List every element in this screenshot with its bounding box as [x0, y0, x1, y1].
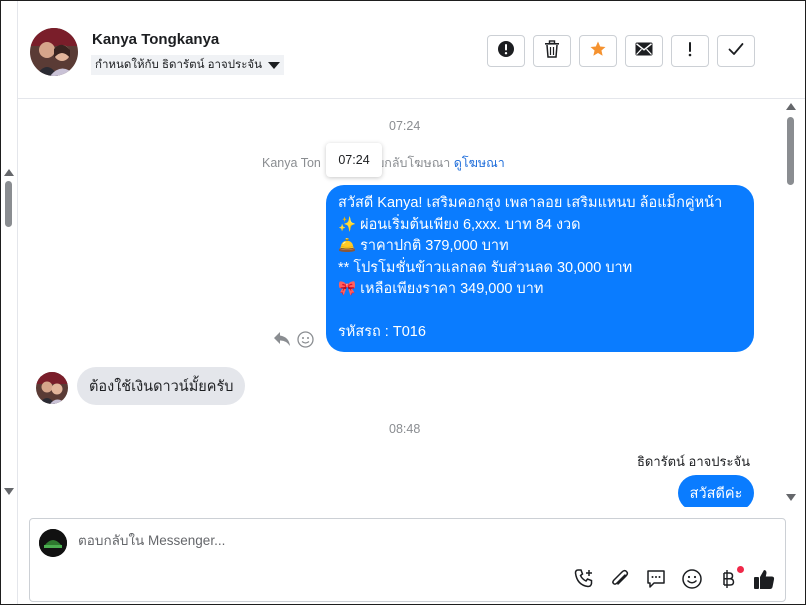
react-smiley-icon[interactable] — [297, 331, 314, 353]
alert-circle-icon — [497, 40, 515, 63]
checkmark-icon — [728, 42, 744, 61]
ad-reply-note: Kanya Ton อบกลับโฆษณา ดูโฆษณา — [262, 153, 505, 173]
assign-label: กำหนดให้กับ ธิดารัตน์ อาจประจัน — [95, 59, 262, 71]
ad-note-sender: Kanya Ton — [262, 156, 321, 170]
conversation-header: Kanya Tongkanya กำหนดให้กับ ธิดารัตน์ อา… — [18, 1, 805, 99]
message-actions — [273, 331, 314, 353]
star-button[interactable] — [579, 35, 617, 67]
scroll-up-arrow-icon[interactable] — [4, 169, 14, 176]
scroll-down-arrow-icon[interactable] — [4, 488, 14, 495]
thumbs-up-icon[interactable] — [752, 567, 776, 591]
message-timestamp: 08:48 — [389, 422, 421, 436]
trash-icon — [544, 39, 560, 63]
follow-up-button[interactable] — [671, 35, 709, 67]
message-timestamp: 07:24 — [389, 119, 421, 133]
scrollbar-thumb[interactable] — [5, 181, 12, 227]
assign-dropdown[interactable]: กำหนดให้กับ ธิดารัตน์ อาจประจัน — [91, 55, 284, 75]
left-scrollbar[interactable] — [3, 166, 15, 496]
contact-avatar-small[interactable] — [36, 372, 68, 404]
composer-actions — [572, 566, 776, 591]
outgoing-message[interactable]: สวัสดีค่ะ — [678, 475, 754, 511]
chat-bubble-icon[interactable] — [644, 567, 668, 591]
timestamp-tooltip: 07:24 — [326, 143, 382, 177]
contact-avatar[interactable] — [30, 28, 78, 76]
baht-icon[interactable] — [716, 566, 744, 591]
page-avatar — [39, 529, 67, 557]
paperclip-icon[interactable] — [608, 567, 632, 591]
notification-dot — [737, 566, 744, 573]
mark-done-button[interactable] — [717, 35, 755, 67]
mark-spam-button[interactable] — [487, 35, 525, 67]
scroll-down-arrow-icon[interactable] — [786, 494, 796, 501]
delete-button[interactable] — [533, 35, 571, 67]
message-line: สวัสดี Kanya! เสริมคอกสูง เพลาลอย เสริมแ… — [338, 195, 723, 211]
view-ad-link[interactable]: ดูโฆษณา — [454, 156, 505, 170]
message-composer — [29, 518, 786, 602]
reply-icon[interactable] — [273, 331, 291, 353]
star-icon — [589, 40, 607, 63]
contact-name[interactable]: Kanya Tongkanya — [92, 31, 219, 48]
agent-name: ธิดารัตน์ อาจประจัน — [636, 454, 750, 469]
outgoing-ad-message[interactable]: สวัสดี Kanya! เสริมคอกสูง เพลาลอย เสริมแ… — [326, 185, 754, 352]
phone-plus-icon[interactable] — [572, 567, 596, 591]
conversation-toolbar — [487, 35, 755, 67]
thread-scrollbar[interactable] — [785, 101, 797, 506]
message-line: 🎀 เหลือเพียงราคา 349,000 บาท — [338, 281, 544, 297]
reply-input[interactable] — [78, 533, 538, 548]
mark-unread-button[interactable] — [625, 35, 663, 67]
message-line: 🛎️ ราคาปกติ 379,000 บาท — [338, 238, 509, 254]
exclamation-icon — [687, 41, 693, 62]
scrollbar-thumb[interactable] — [787, 117, 794, 185]
incoming-message[interactable]: ต้องใช้เงินดาวน์มั้ยครับ — [77, 367, 246, 405]
envelope-icon — [635, 42, 653, 61]
inbox-window: Kanya Tongkanya กำหนดให้กับ ธิดารัตน์ อา… — [0, 0, 806, 605]
chevron-down-icon — [268, 61, 280, 69]
smiley-icon[interactable] — [680, 567, 704, 591]
message-line: ** โปรโมชั่นข้าวแลกลด รับส่วนลด 30,000 บ… — [338, 259, 633, 276]
message-line: รหัสรถ : T016 — [338, 323, 426, 340]
message-line: ✨ ผ่อนเริ่มต้นเพียง 6,xxx. บาท 84 งวด — [338, 216, 581, 233]
scroll-up-arrow-icon[interactable] — [786, 103, 796, 110]
